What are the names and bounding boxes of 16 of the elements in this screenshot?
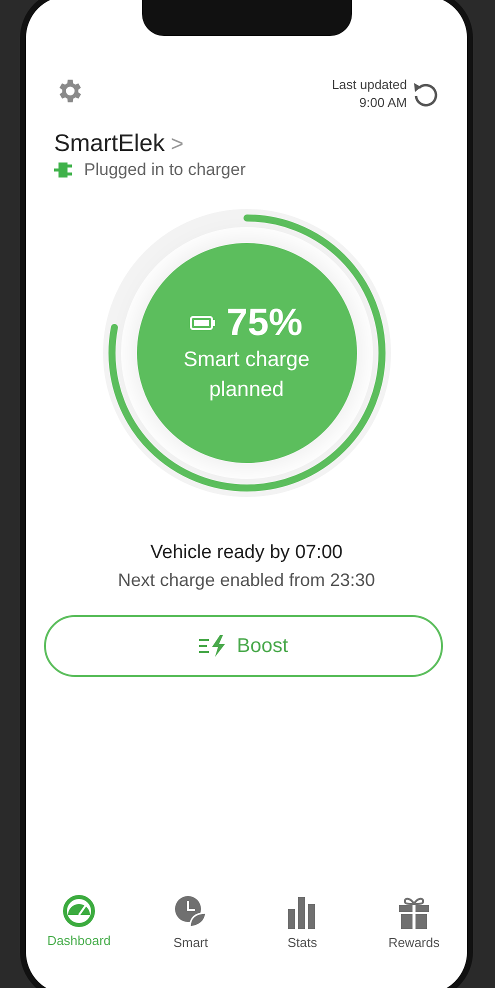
tab[interactable]: Stats xyxy=(257,895,348,950)
plug-status: Plugged in to charger xyxy=(84,160,246,180)
last-updated-time: 9:00 AM xyxy=(359,94,407,112)
tab[interactable]: Rewards xyxy=(368,895,459,950)
ready-time-text: Vehicle ready by 07:00 xyxy=(150,542,343,564)
next-charge-text: Next charge enabled from 23:30 xyxy=(118,570,376,591)
tab[interactable]: Smart xyxy=(146,895,236,950)
vehicle-name[interactable]: SmartElek xyxy=(54,130,165,158)
battery-icon xyxy=(190,316,216,330)
last-updated-label: Last updated xyxy=(332,76,407,94)
charge-percent: 75% xyxy=(226,302,303,344)
gauge-icon xyxy=(63,895,95,927)
charge-status: Smart charge xyxy=(183,346,310,372)
gift-icon xyxy=(398,895,430,929)
charge-status: planned xyxy=(209,376,284,402)
clock-leaf-icon xyxy=(174,895,208,929)
